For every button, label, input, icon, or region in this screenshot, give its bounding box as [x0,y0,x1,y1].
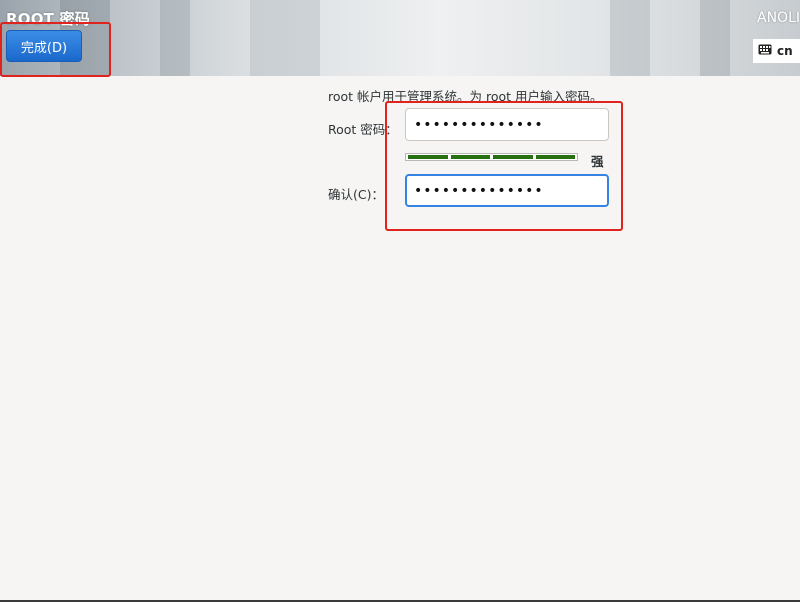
header-banner [0,0,800,76]
keyboard-icon [758,44,772,58]
product-brand: ANOLI [757,10,800,26]
page-title: ROOT 密码 [6,10,90,28]
strength-segment [493,155,533,159]
root-password-field[interactable] [405,108,609,141]
confirm-password-label: 确认(C)： [328,187,384,202]
root-description: root 帐户用于管理系统。为 root 用户输入密码。 [328,89,603,104]
keyboard-layout-indicator[interactable]: cn [753,39,800,63]
done-button[interactable]: 完成(D) [6,30,82,62]
strength-segment [408,155,448,159]
strength-segment [450,155,490,159]
strength-segment [535,155,575,159]
root-password-label: Root 密码： [328,122,398,137]
password-strength-meter [405,153,578,161]
confirm-password-field[interactable] [405,174,609,207]
password-strength-label: 强 [591,154,604,169]
keyboard-layout-label: cn [777,44,793,58]
